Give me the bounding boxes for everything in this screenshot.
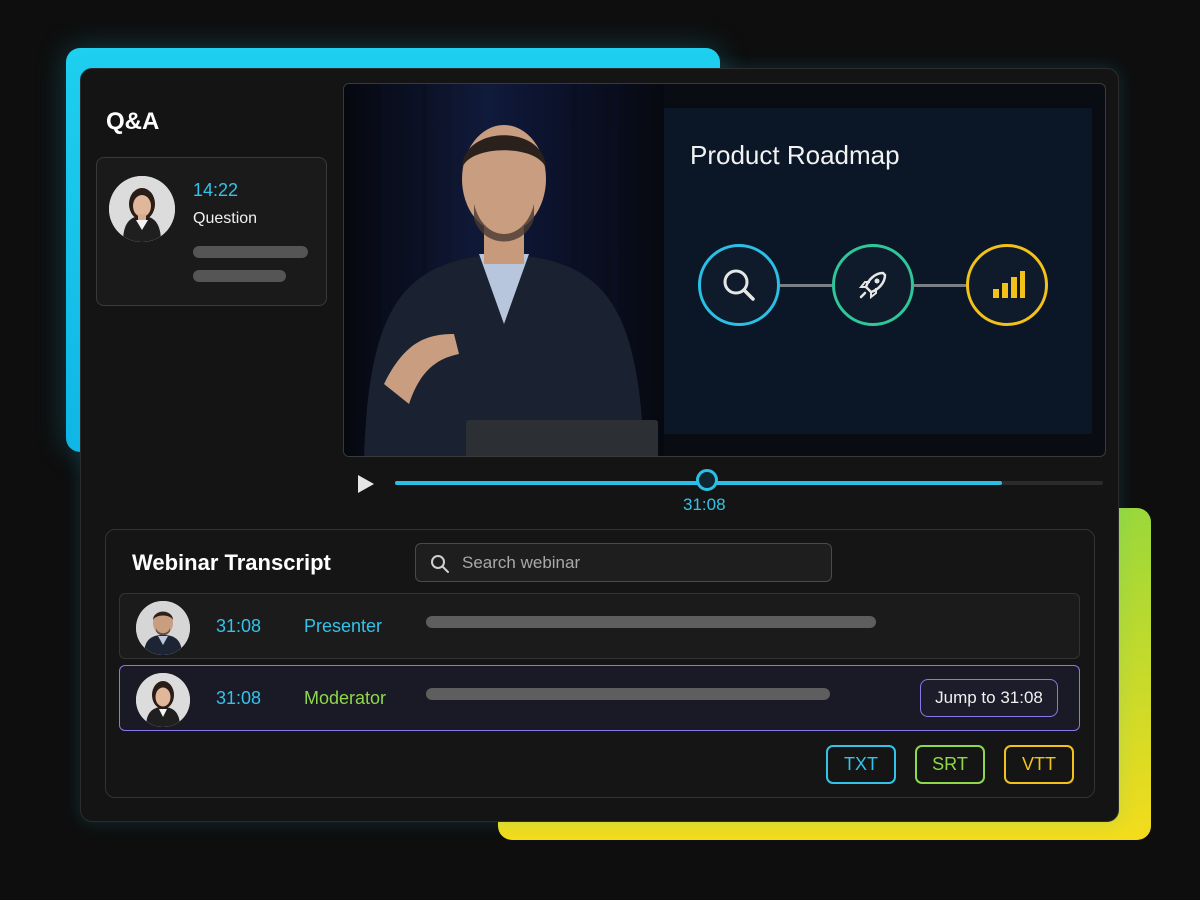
- export-vtt-button[interactable]: VTT: [1004, 745, 1074, 784]
- scrubber-handle[interactable]: [695, 469, 718, 491]
- export-txt-button[interactable]: TXT: [826, 745, 896, 784]
- roadmap-step-search: [698, 244, 780, 326]
- slide-title: Product Roadmap: [690, 140, 900, 170]
- transcript-text-placeholder: [426, 688, 830, 700]
- qa-text-placeholder-line: [193, 246, 308, 258]
- qa-timestamp: 14:22: [193, 180, 239, 200]
- qa-question-card[interactable]: 14:22 Question: [96, 157, 327, 306]
- avatar: [136, 673, 190, 727]
- slide: Product Roadmap: [664, 108, 1092, 434]
- video-player[interactable]: Product Roadmap: [343, 83, 1106, 457]
- roadmap-step-launch: [832, 244, 914, 326]
- play-button[interactable]: [355, 473, 377, 495]
- play-icon: [358, 475, 374, 493]
- search-input[interactable]: [462, 544, 822, 581]
- speaker-role: Presenter: [304, 616, 383, 636]
- progress-track[interactable]: [395, 481, 1103, 485]
- row-timestamp[interactable]: 31:08: [216, 688, 261, 709]
- presenter-video-frame: [344, 84, 664, 456]
- roadmap-connector: [914, 284, 966, 287]
- bar-chart-icon: [993, 271, 1025, 298]
- transcript-title: Webinar Transcript: [132, 550, 331, 575]
- transcript-row-selected[interactable]: 31:08 Moderator Jump to 31:08: [119, 665, 1080, 731]
- qa-question-label: Question: [193, 210, 258, 227]
- search-box[interactable]: [415, 543, 832, 582]
- roadmap-step-growth: [966, 244, 1048, 326]
- search-icon: [431, 555, 449, 573]
- row-timestamp[interactable]: 31:08: [216, 616, 261, 637]
- qa-text-placeholder-line: [193, 270, 286, 282]
- avatar: [109, 176, 175, 242]
- roadmap-connector: [780, 284, 832, 287]
- search-icon: [723, 269, 755, 301]
- avatar: [136, 601, 190, 655]
- export-srt-button[interactable]: SRT: [915, 745, 985, 784]
- speaker-role: Moderator: [304, 688, 387, 708]
- current-time: 31:08: [683, 495, 726, 514]
- transcript-row[interactable]: 31:08 Presenter: [119, 593, 1080, 659]
- jump-to-time-button[interactable]: Jump to 31:08: [920, 679, 1058, 717]
- transcript-text-placeholder: [426, 616, 876, 628]
- rocket-icon: [858, 271, 887, 300]
- qa-title: Q&A: [106, 108, 160, 135]
